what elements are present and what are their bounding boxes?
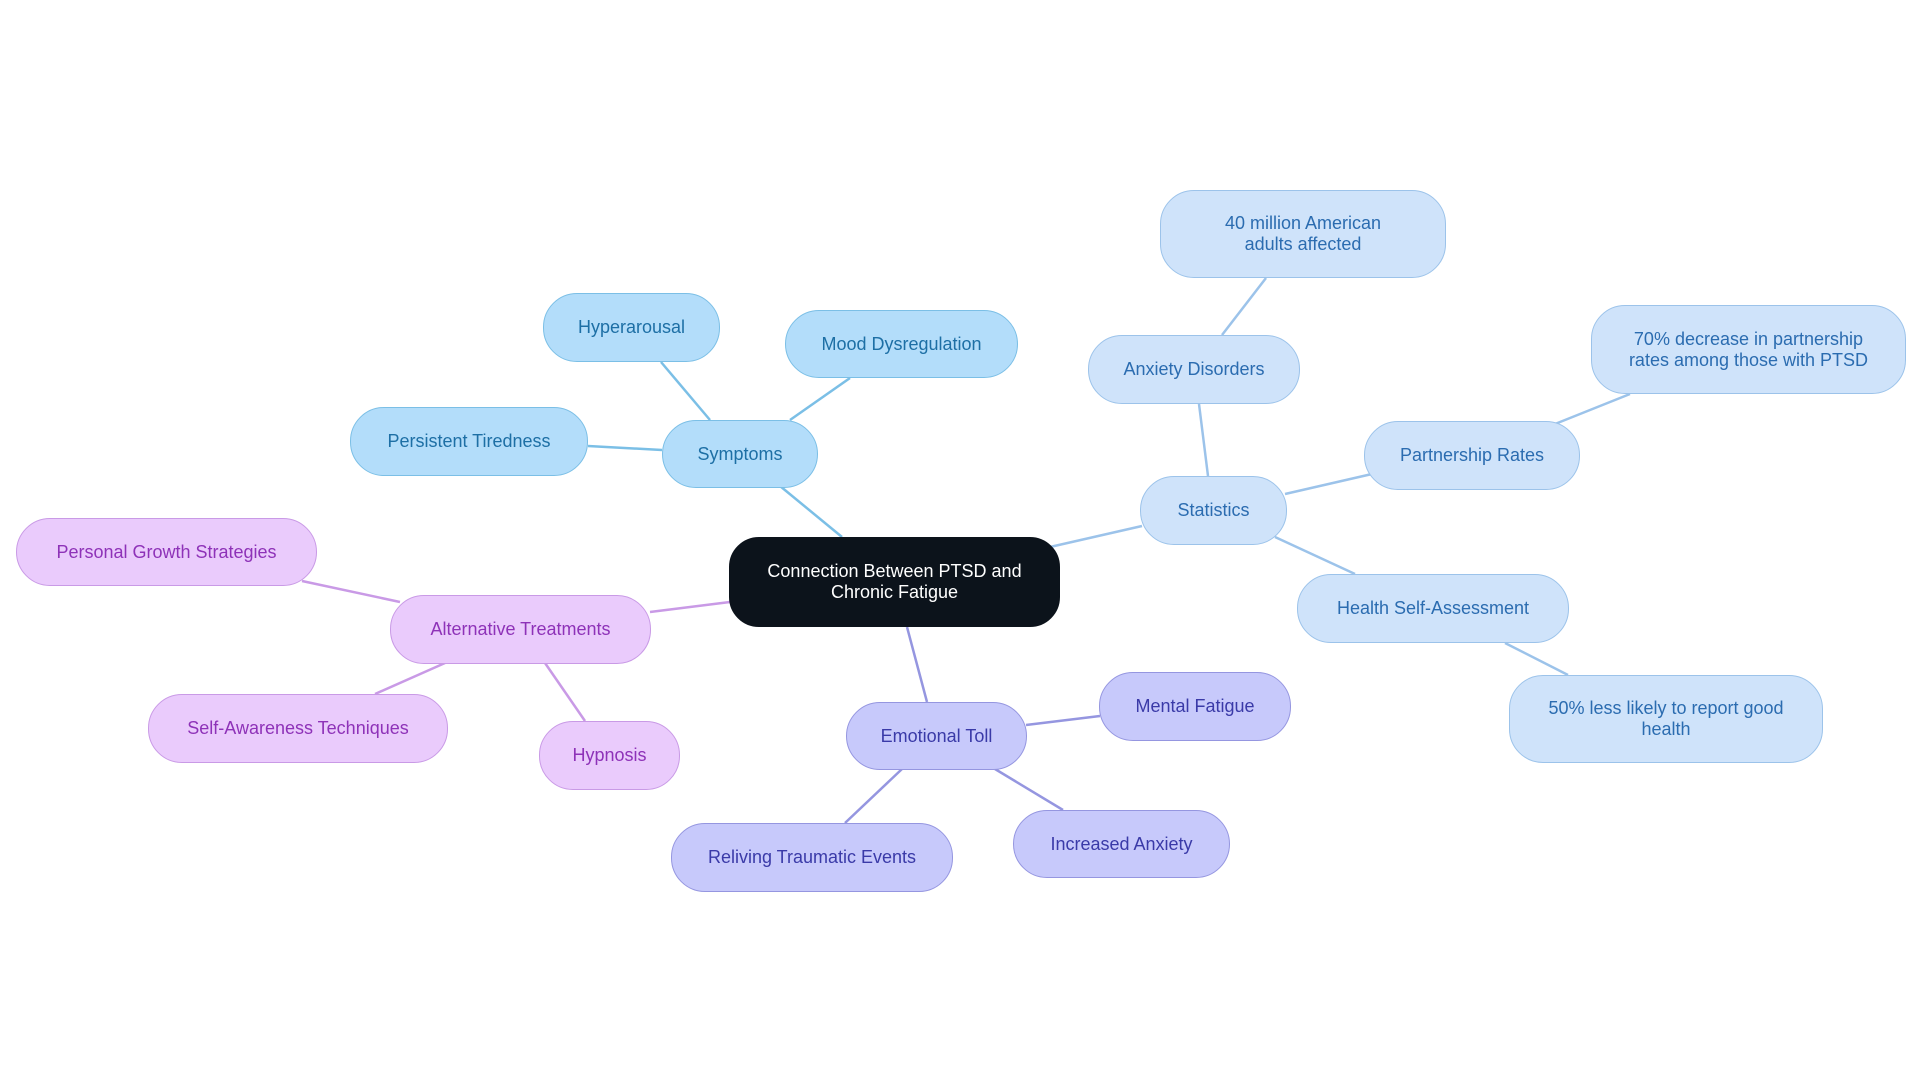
- node-statistics[interactable]: Statistics: [1140, 476, 1287, 545]
- root-node[interactable]: Connection Between PTSD and Chronic Fati…: [729, 537, 1060, 627]
- node-hyperarousal[interactable]: Hyperarousal: [543, 293, 720, 362]
- node-emotional-toll[interactable]: Emotional Toll: [846, 702, 1027, 770]
- node-partnership-rates[interactable]: Partnership Rates: [1364, 421, 1580, 490]
- node-label: Emotional Toll: [880, 725, 993, 746]
- edge-emotional-reliving: [844, 768, 903, 824]
- node-self-awareness[interactable]: Self-Awareness Techniques: [148, 694, 448, 763]
- node-label: Mood Dysregulation: [821, 333, 982, 354]
- node-label: Reliving Traumatic Events: [707, 847, 917, 867]
- node-persistent-tiredness[interactable]: Persistent Tiredness: [350, 407, 588, 476]
- edge-alternative-personal: [301, 579, 401, 604]
- node-symptoms[interactable]: Symptoms: [662, 420, 818, 488]
- edge-partnership-seventy: [1554, 392, 1631, 426]
- node-label: 50% less likely to report good health: [1548, 698, 1784, 739]
- edge-emotional-increased: [994, 767, 1064, 812]
- root-label: Connection Between PTSD and Chronic Fati…: [767, 561, 1022, 602]
- edge-symptoms-tiredness: [587, 444, 663, 452]
- node-forty-million[interactable]: 40 million American adults affected: [1160, 190, 1446, 278]
- edge-statistics-partnership: [1284, 472, 1373, 496]
- node-label: Hyperarousal: [577, 317, 686, 337]
- node-label: Anxiety Disorders: [1123, 359, 1265, 379]
- node-label: Hypnosis: [572, 745, 647, 765]
- node-fifty-percent[interactable]: 50% less likely to report good health: [1509, 675, 1823, 763]
- node-hypnosis[interactable]: Hypnosis: [539, 721, 680, 790]
- node-label: 70% decrease in partnership rates among …: [1628, 328, 1869, 370]
- edge-statistics-health: [1274, 535, 1356, 576]
- edge-anxiety-forty: [1221, 277, 1267, 336]
- node-label: Health Self-Assessment: [1336, 598, 1530, 618]
- node-reliving-traumatic-events[interactable]: Reliving Traumatic Events: [671, 823, 953, 892]
- edge-alternative-self: [374, 661, 446, 696]
- edge-root-symptoms: [779, 485, 843, 538]
- node-mood-dysregulation[interactable]: Mood Dysregulation: [785, 310, 1018, 378]
- node-label: Personal Growth Strategies: [56, 541, 277, 562]
- edge-statistics-anxiety: [1197, 403, 1210, 477]
- node-anxiety-disorders[interactable]: Anxiety Disorders: [1088, 335, 1300, 404]
- edge-root-alternative: [649, 600, 731, 614]
- node-increased-anxiety[interactable]: Increased Anxiety: [1013, 810, 1230, 878]
- node-label: Statistics: [1177, 500, 1250, 520]
- edge-emotional-mental: [1025, 714, 1101, 727]
- node-seventy-percent[interactable]: 70% decrease in partnership rates among …: [1591, 305, 1906, 394]
- edge-alternative-hypnosis: [543, 662, 587, 722]
- node-label: Alternative Treatments: [430, 619, 611, 639]
- node-alternative-treatments[interactable]: Alternative Treatments: [390, 595, 651, 664]
- node-label: Persistent Tiredness: [387, 431, 551, 451]
- node-personal-growth[interactable]: Personal Growth Strategies: [16, 518, 317, 586]
- node-label: Self-Awareness Techniques: [187, 718, 409, 738]
- node-label: Increased Anxiety: [1050, 833, 1193, 854]
- node-label: Partnership Rates: [1399, 445, 1545, 465]
- node-health-self-assessment[interactable]: Health Self-Assessment: [1297, 574, 1569, 643]
- node-mental-fatigue[interactable]: Mental Fatigue: [1099, 672, 1291, 741]
- edge-health-fifty: [1504, 641, 1569, 677]
- node-label: Symptoms: [697, 443, 783, 464]
- node-label: 40 million American adults affected: [1224, 213, 1382, 254]
- edge-symptoms-mood: [789, 376, 851, 422]
- edge-root-emotional: [905, 626, 929, 703]
- edge-root-statistics: [1049, 524, 1143, 549]
- node-label: Mental Fatigue: [1135, 696, 1255, 716]
- edge-symptoms-hyperarousal: [660, 361, 711, 421]
